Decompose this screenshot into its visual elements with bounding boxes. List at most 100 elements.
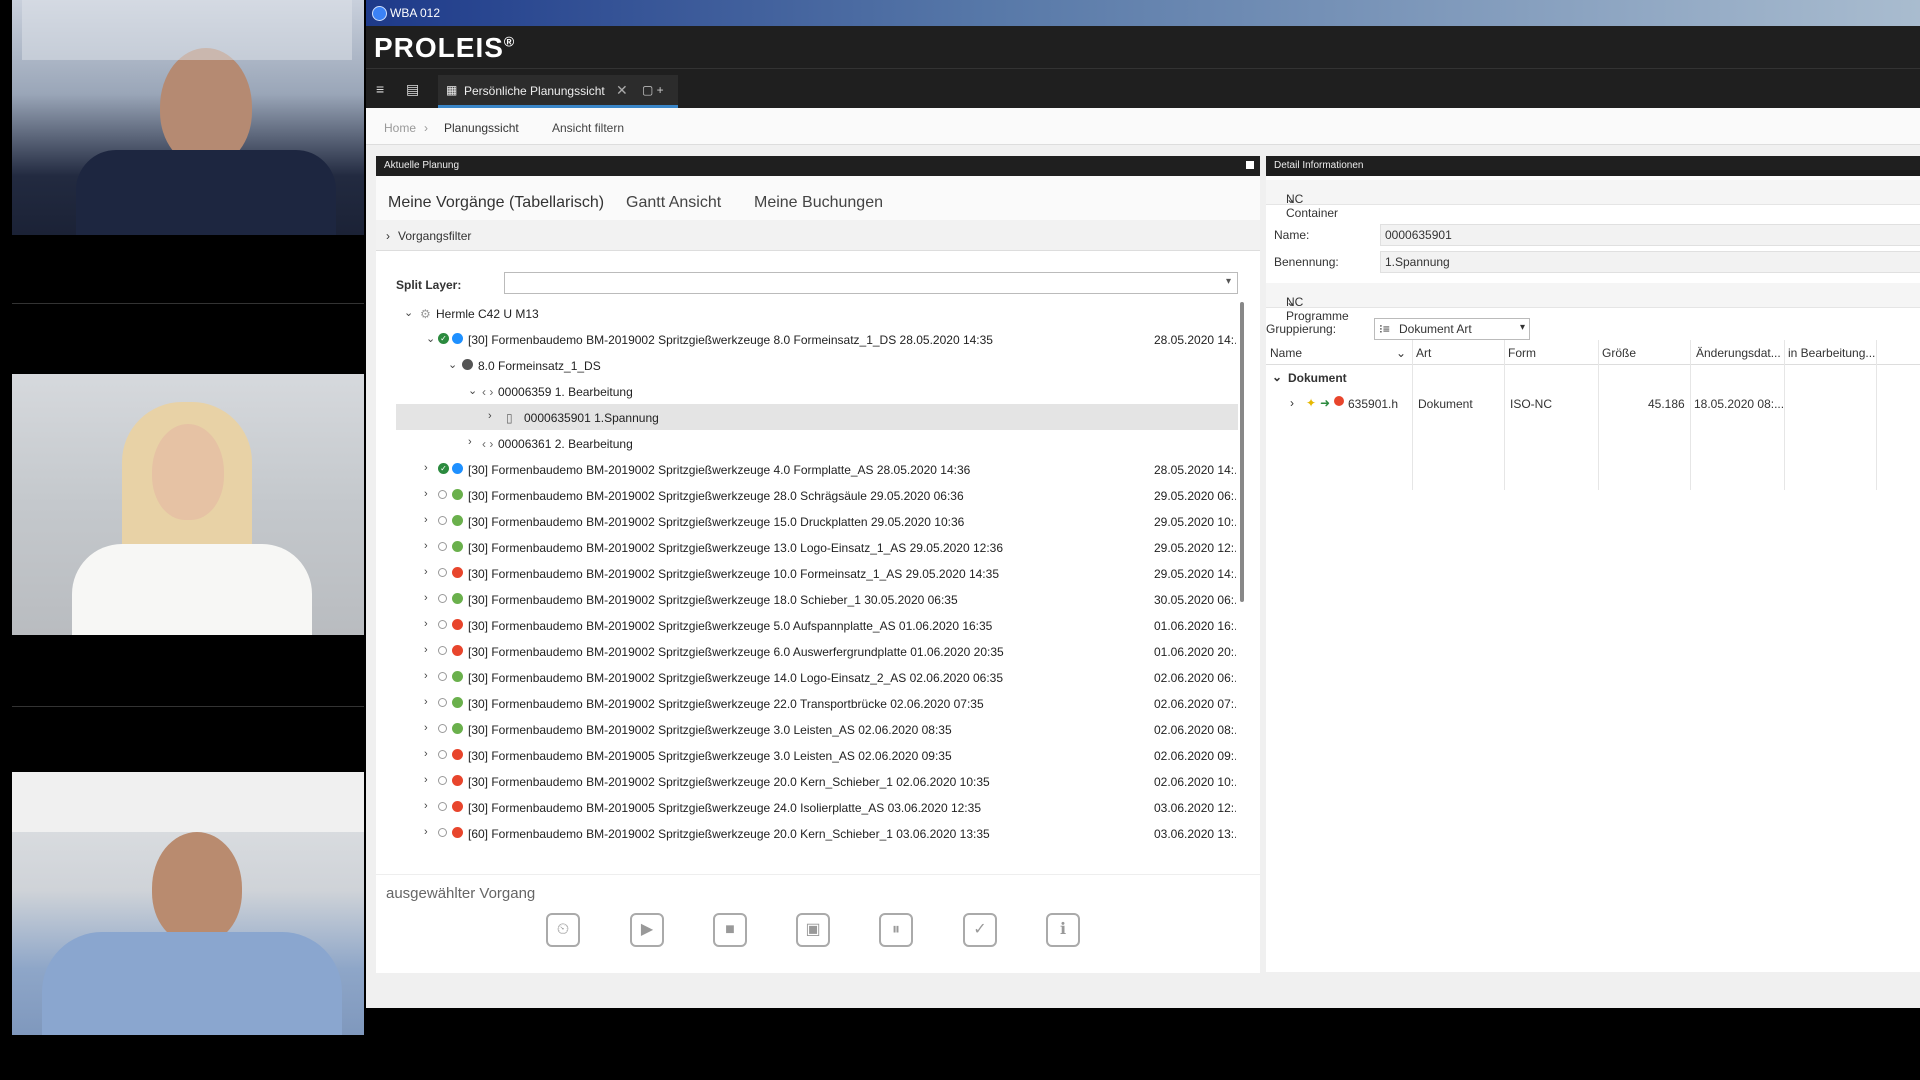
chevron-right-icon[interactable]: ›: [424, 540, 428, 552]
detail-panel: ⌄ NC Container Name: 0000635901 Benennun…: [1266, 176, 1920, 972]
hamburger-menu-icon[interactable]: ≡: [376, 81, 384, 97]
chevron-right-icon[interactable]: ›: [1290, 396, 1294, 410]
sort-icon[interactable]: ⌄: [1396, 346, 1406, 360]
status-dot: [452, 671, 463, 682]
window-titlebar: WBA 012: [366, 0, 1920, 26]
col-date[interactable]: Änderungsdat...: [1696, 346, 1781, 360]
task-row[interactable]: › [30] Formenbaudemo BM-2019002 Spritzgie…: [376, 690, 1236, 716]
benennung-field: 1.Spannung: [1380, 251, 1920, 273]
chevron-right-icon[interactable]: ›: [424, 774, 428, 786]
stop-icon[interactable]: ■: [713, 913, 747, 947]
tree-operation-2[interactable]: › ‹ › 00006361 2. Bearbeitung: [376, 430, 1216, 456]
finish-icon[interactable]: ✓: [963, 913, 997, 947]
col-art[interactable]: Art: [1416, 346, 1431, 360]
nc-container-section[interactable]: ⌄ NC Container: [1266, 180, 1920, 220]
grouping-select[interactable]: ⁝≡ Dokument Art ▾: [1374, 318, 1530, 340]
col-form[interactable]: Form: [1508, 346, 1536, 360]
status-dot: [452, 801, 463, 812]
split-layer-row: Split Layer: ▾: [376, 270, 1260, 300]
chevron-right-icon[interactable]: ›: [488, 410, 492, 422]
close-tab-icon[interactable]: ✕: [616, 82, 628, 99]
window-icon[interactable]: ▤: [406, 81, 419, 98]
machine-icon: ⚙: [420, 307, 431, 321]
tree-subitem[interactable]: ⌄ 8.0 Formeinsatz_1_DS: [376, 352, 1216, 378]
task-row[interactable]: › [30] Formenbaudemo BM-2019005 Spritzgie…: [376, 742, 1236, 768]
status-dot: [452, 541, 463, 552]
pause-icon[interactable]: ⏸: [879, 913, 913, 947]
task-filter-toggle[interactable]: › Vorgangsfilter: [376, 220, 1260, 251]
task-row[interactable]: › [30] Formenbaudemo BM-2019002 Spritzgie…: [376, 560, 1236, 586]
new-tab-button[interactable]: ▢ +: [642, 83, 664, 97]
status-ring-icon: [438, 620, 447, 629]
chevron-right-icon[interactable]: ›: [424, 488, 428, 500]
chevron-down-icon[interactable]: ⌄: [426, 332, 435, 345]
arrow-right-icon: ➜: [1320, 396, 1331, 410]
task-row[interactable]: › [30] Formenbaudemo BM-2019002 Spritzgie…: [376, 534, 1236, 560]
chevron-right-icon[interactable]: ›: [424, 722, 428, 734]
task-row[interactable]: › [30] Formenbaudemo BM-2019005 Spritzgie…: [376, 794, 1236, 820]
split-layer-select[interactable]: ▾: [504, 272, 1238, 294]
right-panel-header: Detail Informationen: [1266, 156, 1920, 176]
selected-task-section: ausgewählter Vorgang ⏲ ▶ ■ ▣ ⏸ ✓ ℹ: [376, 874, 1260, 973]
task-row[interactable]: › [30] Formenbaudemo BM-2019002 Spritzgie…: [376, 768, 1236, 794]
task-row[interactable]: › [60] Formenbaudemo BM-2019002 Spritzgie…: [376, 820, 1236, 846]
chevron-right-icon[interactable]: ›: [468, 436, 472, 448]
grouping-icon: ⁝≡: [1379, 322, 1390, 336]
tab-bar: ≡ ▤ ▦ Persönliche Planungssicht ✕ ▢ +: [366, 68, 1920, 109]
chevron-right-icon[interactable]: ›: [424, 826, 428, 838]
breadcrumb-home[interactable]: Home: [384, 121, 416, 135]
chevron-down-icon[interactable]: ⌄: [448, 358, 457, 371]
col-editing[interactable]: in Bearbeitung...: [1788, 346, 1875, 360]
tree-root[interactable]: ⌄ ⚙ Hermle C42 U M13: [376, 300, 1216, 326]
group-row[interactable]: ⌄ Dokument: [1266, 366, 1920, 388]
chevron-right-icon[interactable]: ›: [424, 644, 428, 656]
task-row[interactable]: › [30] Formenbaudemo BM-2019002 Spritzgie…: [376, 612, 1236, 638]
chevron-right-icon[interactable]: ›: [424, 566, 428, 578]
status-ring-icon: [438, 672, 447, 681]
filter-view-link[interactable]: Ansicht filtern: [552, 121, 624, 135]
col-size[interactable]: Größe: [1602, 346, 1636, 360]
chevron-down-icon: ▾: [1519, 322, 1525, 333]
status-ring-icon: [438, 802, 447, 811]
tab-my-bookings[interactable]: Meine Buchungen: [754, 194, 883, 212]
task-row[interactable]: › [30] Formenbaudemo BM-2019002 Spritzgie…: [376, 586, 1236, 612]
start-icon[interactable]: ⏲: [546, 913, 580, 947]
breadcrumb-separator-icon: ›: [424, 121, 428, 135]
chevron-right-icon[interactable]: ›: [424, 618, 428, 630]
table-row[interactable]: › ✦ ➜ 635901.h Dokument ISO-NC 45.186 18…: [1266, 392, 1920, 414]
chevron-right-icon[interactable]: ›: [424, 800, 428, 812]
scrollbar[interactable]: [1240, 302, 1244, 602]
chevron-right-icon[interactable]: ›: [424, 748, 428, 760]
task-row[interactable]: › [30] Formenbaudemo BM-2019002 Spritzgie…: [376, 638, 1236, 664]
status-dot: [452, 645, 463, 656]
video-tile-3: [12, 772, 364, 1035]
status-ring-icon: [438, 490, 447, 499]
task-row[interactable]: › [30] Formenbaudemo BM-2019002 Spritzgie…: [376, 716, 1236, 742]
task-row[interactable]: › ✓ [30] Formenbaudemo BM-2019002 Spritzgi…: [376, 456, 1236, 482]
info-icon[interactable]: ℹ: [1046, 913, 1080, 947]
chevron-down-icon[interactable]: ⌄: [468, 384, 477, 397]
chevron-down-icon: ▾: [1225, 276, 1231, 287]
app-window: WBA 012 PROLEIS® ≡ ▤ ▦ Persönliche Planu…: [366, 0, 1920, 1008]
nc-programs-section[interactable]: ⌄ NC Programme: [1266, 283, 1920, 323]
chevron-right-icon[interactable]: ›: [424, 462, 428, 474]
status-ring-icon: [438, 828, 447, 837]
col-name[interactable]: Name: [1270, 346, 1302, 360]
media-icon[interactable]: ▣: [796, 913, 830, 947]
chevron-right-icon[interactable]: ›: [424, 514, 428, 526]
chevron-right-icon[interactable]: ›: [424, 670, 428, 682]
task-row[interactable]: › [30] Formenbaudemo BM-2019002 Spritzgie…: [376, 508, 1236, 534]
task-row[interactable]: › [30] Formenbaudemo BM-2019002 Spritzgie…: [376, 664, 1236, 690]
chevron-right-icon[interactable]: ›: [424, 592, 428, 604]
tree-item-expanded[interactable]: ⌄ ✓ [30] Formenbaudemo BM-2019002 Spritz…: [376, 326, 1236, 352]
tree-selected-row[interactable]: › ▯ 0000635901 1.Spannung: [396, 404, 1238, 430]
chevron-down-icon[interactable]: ⌄: [404, 306, 413, 319]
tab-gantt[interactable]: Gantt Ansicht: [626, 194, 721, 212]
app-header: PROLEIS®: [366, 26, 1920, 68]
chevron-right-icon[interactable]: ›: [424, 696, 428, 708]
play-icon[interactable]: ▶: [630, 913, 664, 947]
grid-header: Name ⌄ Art Form Größe Änderungsdat... in…: [1266, 340, 1920, 365]
task-row[interactable]: › [30] Formenbaudemo BM-2019002 Spritzgie…: [376, 482, 1236, 508]
maximize-icon[interactable]: [1246, 161, 1254, 169]
tree-operation-1[interactable]: ⌄ ‹ › 00006359 1. Bearbeitung: [376, 378, 1216, 404]
